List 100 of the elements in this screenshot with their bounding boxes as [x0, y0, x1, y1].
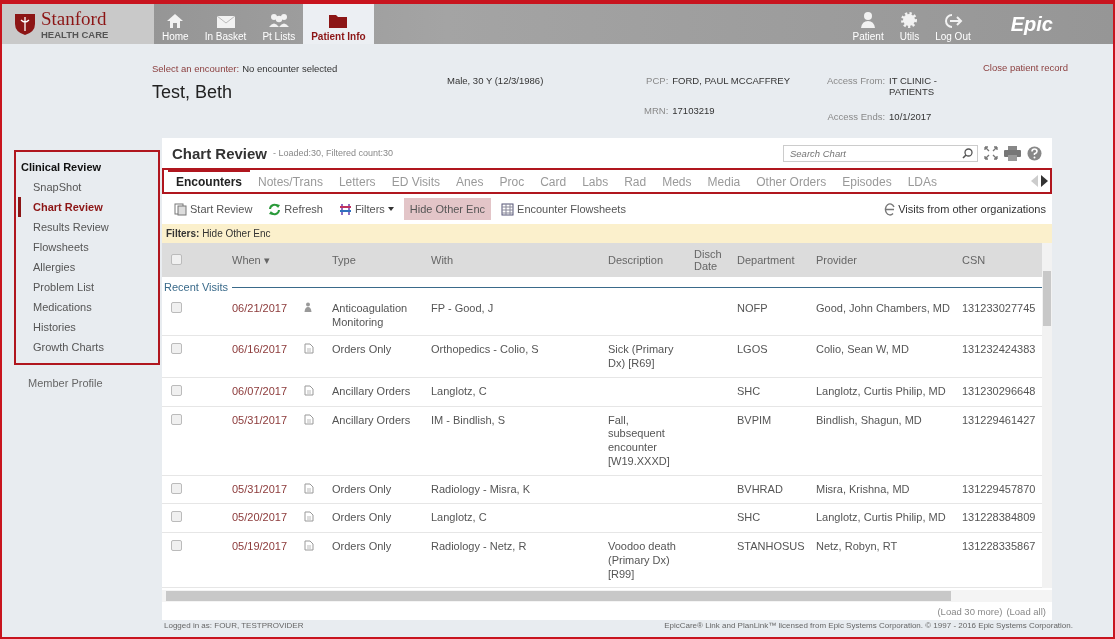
table-cell: NOFP [737, 301, 768, 314]
row-checkbox[interactable] [171, 413, 182, 425]
date-cell[interactable]: 05/31/2017 [232, 482, 288, 495]
table-cell: Ancillary Orders [332, 413, 411, 426]
sidebar-item[interactable]: Histories [18, 317, 158, 337]
print-icon[interactable] [1004, 145, 1021, 161]
document-icon [304, 482, 314, 494]
row-checkbox[interactable] [171, 511, 182, 523]
table-cell: SHC [737, 384, 761, 397]
sidebar-item[interactable]: SnapShot [18, 177, 158, 197]
patient-name: Test, Beth [152, 82, 234, 103]
tab[interactable]: ED Visits [383, 169, 449, 192]
help-icon[interactable] [1027, 145, 1042, 161]
expand-icon[interactable] [984, 146, 998, 160]
field-label: Access Ends: [827, 110, 886, 124]
nav-button[interactable]: Log Out [927, 4, 979, 44]
sidebar-item[interactable]: Results Review [18, 217, 158, 237]
tab[interactable]: Encounters [168, 169, 250, 192]
panel-subtitle: - Loaded:30, Filtered count:30 [273, 148, 394, 158]
close-record-link[interactable]: Close patient record [982, 62, 1068, 73]
date-cell[interactable]: 05/19/2017 [232, 540, 288, 552]
toolbar-button[interactable]: Refresh [262, 197, 329, 221]
table-cell: Langlotz, C [431, 511, 487, 524]
table-cell: Fall, subsequent encounter [W19.XXXD] [608, 413, 670, 467]
search-field[interactable]: Search Chart [783, 144, 978, 162]
tab[interactable]: Other Orders [748, 169, 835, 192]
person-icon [304, 301, 312, 312]
person-icon [860, 11, 877, 29]
sidebar-item[interactable]: Problem List [18, 277, 158, 297]
table-cell: 131229457870 [962, 482, 1036, 495]
field-label: Access From: [827, 75, 886, 88]
row-checkbox[interactable] [171, 301, 182, 313]
checkbox[interactable] [171, 253, 182, 265]
date-cell[interactable]: 05/20/2017 [232, 511, 288, 524]
table-cell: SHC [737, 511, 761, 524]
right-arrow-icon[interactable] [1040, 175, 1048, 187]
tab[interactable]: LDAs [899, 169, 945, 192]
table-cell: BVHRAD [737, 482, 783, 495]
row-checkbox[interactable] [171, 540, 182, 551]
search-icon [962, 147, 973, 159]
row-checkbox[interactable] [171, 482, 182, 494]
date-cell[interactable]: 06/07/2017 [232, 384, 288, 397]
row-checkbox[interactable] [171, 384, 182, 396]
table-cell: Misra, Krishna, MD [816, 482, 910, 495]
tab[interactable]: Notes/Trans [250, 169, 331, 192]
tab[interactable]: Meds [654, 169, 700, 192]
nav-tab[interactable]: Pt Lists [254, 4, 304, 44]
row-checkbox[interactable] [171, 343, 182, 355]
shield-logo-icon [14, 12, 36, 36]
load-more-link[interactable]: (Load 30 more) [937, 606, 1003, 618]
scrollbar[interactable] [1042, 243, 1052, 589]
nav-tab[interactable]: Home [154, 4, 197, 44]
nav-button[interactable]: Patient [844, 4, 892, 44]
tab[interactable]: Card [532, 169, 575, 192]
field-label: MRN: [644, 105, 669, 118]
caret-icon [387, 207, 394, 211]
tab[interactable]: Rad [616, 169, 655, 192]
tab[interactable]: Anes [448, 169, 492, 192]
sidebar-item[interactable]: Growth Charts [18, 337, 158, 357]
toolbar-button[interactable]: Hide Other Enc [403, 198, 492, 220]
date-cell[interactable]: 06/21/2017 [232, 301, 288, 314]
tab[interactable]: Episodes [834, 169, 900, 192]
load-all-link[interactable]: (Load all) [1006, 606, 1046, 618]
field-value: 17103219 [672, 105, 716, 118]
table-cell: 131230296648 [962, 384, 1036, 397]
sidebar-item[interactable]: Allergies [18, 257, 158, 277]
horizontal-scrollbar[interactable] [162, 590, 1052, 603]
date-cell[interactable]: 05/31/2017 [232, 413, 288, 426]
filter-label: Filters: [166, 228, 200, 239]
encounter-value: No encounter selected [242, 63, 338, 74]
table-cell: IM - Bindlish, S [431, 413, 505, 426]
date-cell[interactable]: 06/16/2017 [232, 343, 288, 356]
filter-value: Hide Other Enc [202, 228, 271, 239]
nav-tab[interactable]: In Basket [196, 4, 255, 44]
toolbar-button[interactable]: Start Review [168, 197, 259, 221]
logo-name: Stanford [41, 7, 107, 29]
table-cell: Bindlish, Shagun, MD [816, 413, 922, 426]
field-label: PCP: [645, 75, 669, 88]
document-icon [304, 413, 314, 425]
table-cell: Orders Only [332, 540, 392, 552]
toolbar-button[interactable]: Encounter Flowsheets [495, 197, 632, 221]
sidebar-item[interactable]: Chart Review [18, 197, 158, 217]
sidebar-item[interactable]: Medications [18, 297, 158, 317]
table-cell: Langlotz, C [431, 384, 487, 397]
table-cell: Anticoagulation Monitoring [332, 301, 408, 328]
login-info: Logged in as: FOUR, TESTPROVIDER [164, 621, 304, 631]
tab[interactable]: Media [699, 169, 749, 192]
toolbar-button[interactable]: Filters [332, 197, 400, 221]
other-orgs-link[interactable]: Visits from other organizations [898, 203, 1046, 215]
table-cell: 131228384809 [962, 511, 1036, 524]
nav-button[interactable]: Utils [891, 4, 928, 44]
sidebar-item[interactable]: Member Profile [14, 365, 160, 389]
tab[interactable]: Letters [330, 169, 384, 192]
table-cell: Orders Only [332, 482, 392, 495]
sidebar-item[interactable]: Flowsheets [18, 237, 158, 257]
tab[interactable]: Proc [491, 169, 533, 192]
nav-tab[interactable]: Patient Info [303, 4, 374, 44]
tab[interactable]: Labs [574, 169, 617, 192]
document-icon [304, 384, 314, 396]
table-cell: Radiology - Netz, R [431, 540, 527, 552]
